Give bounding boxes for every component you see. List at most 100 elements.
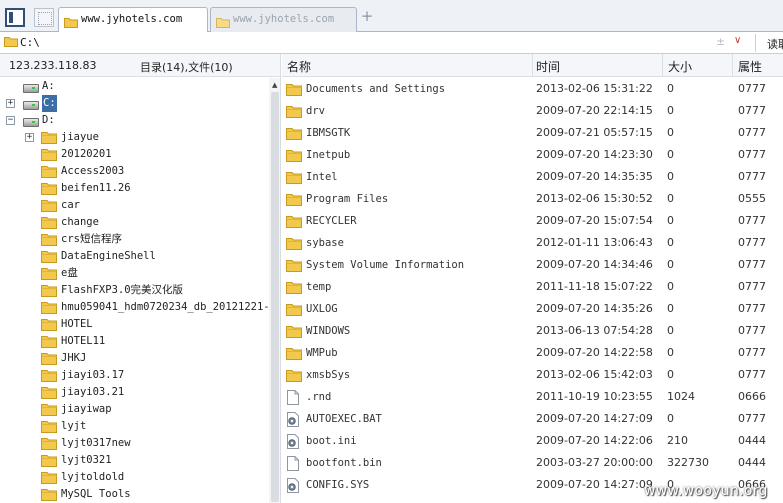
file-attr: 0666 bbox=[738, 390, 766, 403]
file-row[interactable]: IBMSGTK 2009-07-21 05:57:15 0 0777 bbox=[282, 122, 783, 144]
tab-active[interactable]: www.jyhotels.com bbox=[58, 7, 208, 33]
file-row[interactable]: boot.ini 2009-07-20 14:22:06 210 0444 bbox=[282, 430, 783, 452]
file-name: UXLOG bbox=[306, 303, 338, 315]
file-attr: 0777 bbox=[738, 82, 766, 95]
tree-folder[interactable]: 20120201 bbox=[0, 146, 268, 163]
tree-folder[interactable]: HOTEL bbox=[0, 316, 268, 333]
tree-folder[interactable]: Access2003 bbox=[0, 163, 268, 180]
file-row[interactable]: UXLOG 2009-07-20 14:35:26 0 0777 bbox=[282, 298, 783, 320]
tree-folder[interactable]: lyjt0321 bbox=[0, 452, 268, 469]
tree-folder[interactable]: JHKJ bbox=[0, 350, 268, 367]
directory-tree: A: + C: − D: + jiayue 20120201 Access2003 beifen1… bbox=[0, 78, 268, 503]
split-pane-toggle-button[interactable] bbox=[34, 8, 54, 27]
column-divider[interactable] bbox=[662, 54, 663, 77]
divider bbox=[755, 34, 756, 52]
pin-icon[interactable]: ± bbox=[716, 35, 725, 48]
collapse-icon[interactable]: − bbox=[6, 116, 15, 125]
hard-drive-icon bbox=[22, 98, 39, 110]
file-row[interactable]: Intel 2009-07-20 14:35:35 0 0777 bbox=[282, 166, 783, 188]
gear-file-icon bbox=[286, 478, 301, 501]
tree-item-label: JHKJ bbox=[61, 352, 87, 364]
file-row[interactable]: temp 2011-11-18 15:07:22 0 0777 bbox=[282, 276, 783, 298]
file-size: 0 bbox=[667, 170, 674, 183]
scrollbar-thumb[interactable] bbox=[271, 92, 279, 502]
tree-folder[interactable]: HOTEL11 bbox=[0, 333, 268, 350]
file-row[interactable]: sybase 2012-01-11 13:06:43 0 0777 bbox=[282, 232, 783, 254]
file-row[interactable]: bootfont.bin 2003-03-27 20:00:00 322730 044… bbox=[282, 452, 783, 474]
tree-folder[interactable]: hmu059041_hdm0720234_db_20121221-19 bbox=[0, 299, 268, 316]
file-attr: 0777 bbox=[738, 368, 766, 381]
file-row[interactable]: System Volume Information 2009-07-20 14:3… bbox=[282, 254, 783, 276]
tree-folder[interactable]: MySQL Tools bbox=[0, 486, 268, 503]
tree-item-label: DataEngineShell bbox=[61, 250, 156, 262]
tree-item-label: MySQL Tools bbox=[61, 488, 131, 500]
file-time: 2013-06-13 07:54:28 bbox=[536, 324, 653, 337]
file-row[interactable]: xmsbSys 2013-02-06 15:42:03 0 0777 bbox=[282, 364, 783, 386]
tree-drive[interactable]: − D: bbox=[0, 112, 268, 129]
tree-folder[interactable]: jiayi03.17 bbox=[0, 367, 268, 384]
file-attr: 0777 bbox=[738, 214, 766, 227]
tab-inactive[interactable]: www.jyhotels.com bbox=[210, 7, 357, 32]
column-header-time[interactable]: 时间 bbox=[536, 58, 560, 75]
tree-folder[interactable]: lyjt bbox=[0, 418, 268, 435]
tree-item-label: lyjtoldold bbox=[61, 471, 125, 483]
tree-folder[interactable]: jiayi03.21 bbox=[0, 384, 268, 401]
file-time: 2013-02-06 15:31:22 bbox=[536, 82, 653, 95]
file-row[interactable]: .rnd 2011-10-19 10:23:55 1024 0666 bbox=[282, 386, 783, 408]
file-row[interactable]: Inetpub 2009-07-20 14:23:30 0 0777 bbox=[282, 144, 783, 166]
path-input[interactable]: C:\ bbox=[20, 34, 755, 51]
tree-folder[interactable]: car bbox=[0, 197, 268, 214]
file-size: 0 bbox=[667, 280, 674, 293]
tree-item-label: hmu059041_hdm0720234_db_20121221-19 bbox=[61, 301, 268, 313]
single-pane-toggle-button[interactable] bbox=[5, 8, 25, 27]
file-row[interactable]: drv 2009-07-20 22:14:15 0 0777 bbox=[282, 100, 783, 122]
column-header-size[interactable]: 大小 bbox=[668, 58, 692, 75]
column-divider[interactable] bbox=[532, 54, 533, 77]
file-attr: 0777 bbox=[738, 324, 766, 337]
file-size: 0 bbox=[667, 302, 674, 315]
expand-icon[interactable]: + bbox=[25, 133, 34, 142]
file-name: drv bbox=[306, 105, 325, 117]
file-row[interactable]: AUTOEXEC.BAT 2009-07-20 14:27:09 0 0777 bbox=[282, 408, 783, 430]
tree-folder[interactable]: jiayiwap bbox=[0, 401, 268, 418]
tree-folder[interactable]: e盘 bbox=[0, 265, 268, 282]
tree-folder[interactable]: DataEngineShell bbox=[0, 248, 268, 265]
file-time: 2013-02-06 15:30:52 bbox=[536, 192, 653, 205]
column-divider[interactable] bbox=[732, 54, 733, 77]
new-tab-button[interactable]: + bbox=[360, 9, 374, 24]
directory-tree-panel: 123.233.118.83 目录(14),文件(10) A: + C: − D: + ji… bbox=[0, 54, 281, 503]
file-list-header: 名称 时间 大小 属性 bbox=[282, 54, 783, 77]
file-size: 210 bbox=[667, 434, 688, 447]
file-row[interactable]: WINDOWS 2013-06-13 07:54:28 0 0777 bbox=[282, 320, 783, 342]
tree-folder[interactable]: FlashFXP3.0完美汉化版 bbox=[0, 282, 268, 299]
folder-icon bbox=[41, 488, 57, 503]
tree-folder[interactable]: lyjt0317new bbox=[0, 435, 268, 452]
file-size: 0 bbox=[667, 368, 674, 381]
file-attr: 0777 bbox=[738, 280, 766, 293]
chevron-down-icon[interactable]: ∨ bbox=[734, 35, 741, 46]
scroll-up-icon[interactable]: ▲ bbox=[272, 81, 277, 89]
tree-drive[interactable]: A: bbox=[0, 78, 268, 95]
tree-drive[interactable]: + C: bbox=[0, 95, 268, 112]
column-header-attr[interactable]: 属性 bbox=[738, 58, 762, 75]
file-attr: 0777 bbox=[738, 412, 766, 425]
tree-folder[interactable]: beifen11.26 bbox=[0, 180, 268, 197]
file-time: 2009-07-20 14:35:35 bbox=[536, 170, 653, 183]
file-row[interactable]: WMPub 2009-07-20 14:22:58 0 0777 bbox=[282, 342, 783, 364]
file-time: 2009-07-20 14:27:09 bbox=[536, 478, 653, 491]
file-time: 2009-07-20 22:14:15 bbox=[536, 104, 653, 117]
file-row[interactable]: Documents and Settings 2013-02-06 15:31:2… bbox=[282, 78, 783, 100]
expand-icon[interactable]: + bbox=[6, 99, 15, 108]
file-row[interactable]: Program Files 2013-02-06 15:30:52 0 0555 bbox=[282, 188, 783, 210]
file-attr: 0777 bbox=[738, 302, 766, 315]
tree-folder[interactable]: change bbox=[0, 214, 268, 231]
tree-folder[interactable]: crs短信程序 bbox=[0, 231, 268, 248]
file-row[interactable]: RECYCLER 2009-07-20 15:07:54 0 0777 bbox=[282, 210, 783, 232]
read-button[interactable]: 读取 bbox=[767, 36, 783, 52]
file-attr: 0777 bbox=[738, 236, 766, 249]
file-time: 2011-10-19 10:23:55 bbox=[536, 390, 653, 403]
column-header-name[interactable]: 名称 bbox=[287, 58, 311, 75]
tree-folder[interactable]: + jiayue bbox=[0, 129, 268, 146]
tree-scrollbar[interactable]: ▲ bbox=[269, 78, 280, 503]
tree-folder[interactable]: lyjtoldold bbox=[0, 469, 268, 486]
